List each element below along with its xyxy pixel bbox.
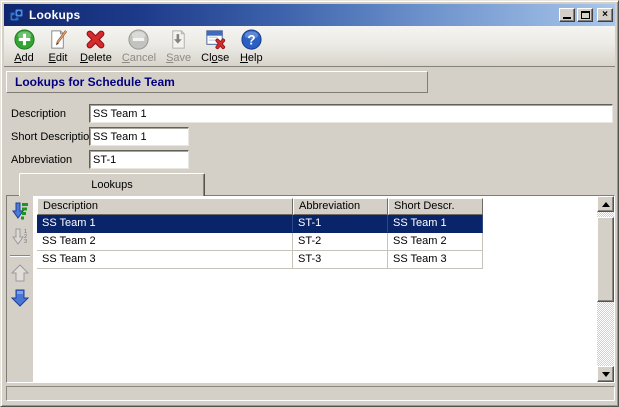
tab-lookups[interactable]: Lookups (19, 173, 205, 196)
maximize-icon (580, 11, 590, 19)
maximize-button[interactable] (577, 8, 593, 22)
move-up-button (9, 263, 31, 285)
cell-abbreviation[interactable]: ST-3 (293, 251, 388, 269)
section-header-title: Lookups for Schedule Team (15, 75, 175, 89)
short-description-label: Short Description (11, 131, 96, 143)
cell-short-descr[interactable]: SS Team 1 (388, 215, 483, 233)
help-button[interactable]: ? Help (234, 27, 268, 64)
delete-label: Delete (80, 52, 112, 64)
sort-rows-icon (10, 202, 30, 224)
save-button: Save (161, 27, 196, 64)
close-window-button[interactable]: Close (196, 27, 234, 64)
title-bar[interactable]: Lookups × (4, 4, 615, 26)
description-label: Description (11, 108, 67, 120)
table-header-row: Description Abbreviation Short Descr. (37, 198, 597, 215)
lookups-table: Description Abbreviation Short Descr. SS… (37, 196, 597, 382)
cancel-icon (127, 28, 150, 51)
status-bar (6, 386, 615, 401)
delete-icon (84, 28, 107, 51)
help-label: Help (239, 52, 263, 64)
cell-description[interactable]: SS Team 1 (37, 215, 293, 233)
sort-rows-button[interactable] (9, 201, 31, 223)
add-button[interactable]: Add (7, 27, 41, 64)
toolbar: Add Edit Delete Cancel Save Close ? Help (4, 26, 615, 67)
scroll-down-button[interactable] (597, 366, 614, 382)
cell-description[interactable]: SS Team 3 (37, 251, 293, 269)
scroll-up-icon (601, 201, 610, 207)
add-label: Add (14, 52, 34, 64)
short-description-field[interactable] (89, 127, 189, 146)
cell-description[interactable]: SS Team 2 (37, 233, 293, 251)
scroll-up-button[interactable] (597, 196, 614, 212)
cell-abbreviation[interactable]: ST-1 (293, 215, 388, 233)
table-row[interactable]: SS Team 1 ST-1 SS Team 1 (37, 215, 597, 233)
move-down-icon (10, 289, 30, 311)
cancel-label: Cancel (121, 52, 157, 64)
save-icon (167, 28, 190, 51)
move-up-icon (10, 264, 30, 286)
scroll-down-icon (601, 371, 610, 377)
edit-icon (47, 28, 70, 51)
svg-text:?: ? (247, 32, 255, 47)
save-label: Save (166, 52, 192, 64)
cell-abbreviation[interactable]: ST-2 (293, 233, 388, 251)
window-title: Lookups (29, 8, 81, 22)
help-icon: ? (240, 28, 263, 51)
lookups-window: Lookups × Add Edit Delete Cancel Save Cl… (0, 0, 619, 407)
lookups-app-icon (8, 7, 25, 24)
column-header-abbreviation[interactable]: Abbreviation (293, 198, 388, 215)
edit-button[interactable]: Edit (41, 27, 75, 64)
minimize-icon (563, 12, 571, 19)
scrollbar-thumb[interactable] (597, 217, 614, 302)
column-header-description[interactable]: Description (37, 198, 293, 215)
move-down-button[interactable] (9, 288, 31, 310)
table-row[interactable]: SS Team 2 ST-2 SS Team 2 (37, 233, 597, 251)
close-icon: × (602, 9, 608, 20)
vertical-scrollbar[interactable] (597, 196, 614, 382)
edit-label: Edit (48, 52, 68, 64)
column-header-short-descr[interactable]: Short Descr. (388, 198, 483, 215)
delete-button[interactable]: Delete (75, 27, 117, 64)
cancel-button: Cancel (117, 27, 161, 64)
cell-short-descr[interactable]: SS Team 3 (388, 251, 483, 269)
table-row[interactable]: SS Team 3 ST-3 SS Team 3 (37, 251, 597, 269)
grid-toolbar-gutter: 1 2 3 (7, 196, 35, 382)
description-field[interactable] (89, 104, 613, 123)
close-button[interactable]: × (597, 8, 613, 22)
numeric-sort-icon: 1 2 3 (10, 228, 30, 249)
section-header: Lookups for Schedule Team (6, 71, 428, 93)
minimize-button[interactable] (559, 8, 575, 22)
close-window-icon (204, 28, 227, 51)
add-icon (13, 28, 36, 51)
abbreviation-field[interactable] (89, 150, 189, 169)
numeric-sort-button: 1 2 3 (9, 226, 31, 248)
gutter-divider (10, 255, 30, 257)
tab-lookups-label: Lookups (91, 179, 133, 191)
close-window-label: Close (201, 52, 230, 64)
abbreviation-label: Abbreviation (11, 154, 73, 166)
lookups-grid-panel: 1 2 3 Description Abbreviation Short Des… (6, 195, 615, 383)
cell-short-descr[interactable]: SS Team 2 (388, 233, 483, 251)
svg-text:3: 3 (24, 239, 27, 245)
